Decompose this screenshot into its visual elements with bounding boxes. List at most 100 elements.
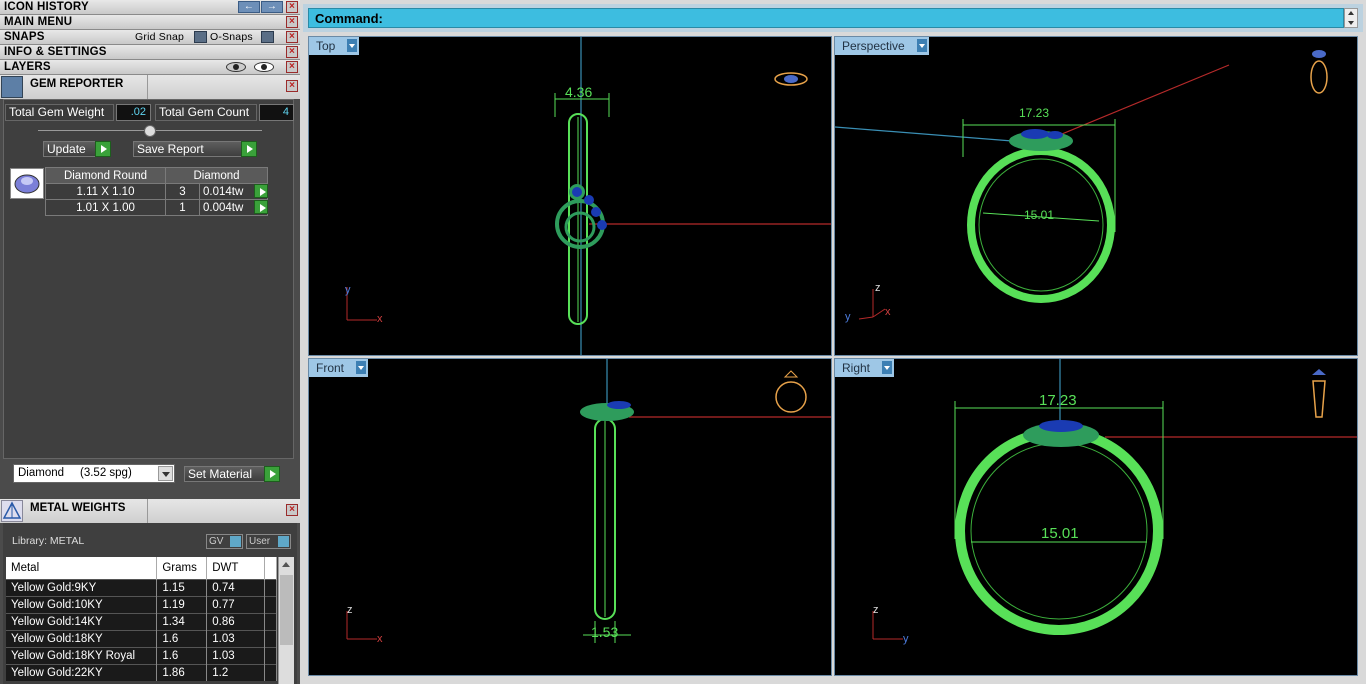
grams-cell: 1.6 [156, 646, 208, 664]
grams-cell: 1.34 [156, 612, 208, 630]
grams-cell: 1.6 [156, 629, 208, 647]
total-gem-weight-value: .02 [116, 104, 151, 121]
grid-snap-toggle[interactable] [194, 31, 207, 43]
table-row[interactable]: 1.11 X 1.10 3 0.014tw [45, 183, 268, 200]
row-spacer [264, 663, 277, 681]
gem-count-cell: 1 [165, 199, 200, 216]
dimension-label: 15.01 [1024, 208, 1054, 222]
slider-handle[interactable] [144, 125, 156, 137]
icon-history-header[interactable]: ICON HISTORY ← → × [0, 0, 300, 15]
gem-count-cell: 3 [165, 183, 200, 200]
forward-arrow-icon[interactable]: → [261, 1, 283, 13]
save-report-button[interactable]: Save Report [133, 141, 257, 157]
viewport-perspective[interactable]: Perspective 17.23 15.01 z y x [834, 36, 1358, 356]
update-button[interactable]: Update [43, 141, 111, 157]
material-select-value: Diamond (3.52 spg) [18, 467, 132, 479]
dwt-cell: 1.03 [206, 629, 266, 647]
table-row[interactable]: Yellow Gold:9KY 1.15 0.74 [6, 578, 277, 596]
layers-label: LAYERS [4, 61, 51, 73]
command-input[interactable]: Command: [308, 8, 1344, 28]
layers-header[interactable]: LAYERS × [0, 60, 300, 75]
close-icon[interactable]: × [286, 31, 298, 43]
close-icon[interactable]: × [286, 61, 298, 73]
gem-table-header: Diamond Round [45, 167, 166, 184]
table-row[interactable]: Yellow Gold:10KY 1.19 0.77 [6, 595, 277, 613]
dimension-label: 17.23 [1019, 106, 1049, 120]
viewport-top[interactable]: Top 4.36 y x [308, 36, 832, 356]
svg-text:x: x [377, 313, 383, 325]
metal-table-scrollbar[interactable] [278, 557, 294, 684]
gem-table-header: Diamond [165, 167, 268, 184]
diamond-round-icon [10, 168, 44, 199]
eye-icon[interactable] [254, 62, 274, 72]
close-icon[interactable]: × [286, 1, 298, 13]
svg-text:x: x [885, 306, 891, 318]
scrollbar-thumb[interactable] [280, 575, 293, 645]
grams-cell: 1.19 [156, 595, 208, 613]
row-spacer [264, 612, 277, 630]
gem-table: Diamond Round Diamond 1.11 X 1.10 3 0.01… [45, 167, 268, 216]
snaps-header[interactable]: SNAPS Grid Snap O-Snaps × [0, 30, 300, 45]
icon-history-label: ICON HISTORY [4, 1, 89, 13]
command-label: Command: [315, 11, 383, 26]
row-spacer [264, 595, 277, 613]
svg-text:y: y [845, 311, 851, 323]
close-icon[interactable]: × [286, 46, 298, 58]
gem-weight-cell: 0.004tw [203, 201, 244, 214]
metal-weights-titlebar: METAL WEIGHTS × [0, 499, 300, 523]
close-icon[interactable]: × [286, 16, 298, 28]
dimension-label: 1.53 [591, 624, 618, 640]
svg-text:x: x [377, 633, 383, 645]
viewport-right[interactable]: Right 17.23 15.01 z y [834, 358, 1358, 676]
row-spacer [264, 646, 277, 664]
user-toggle[interactable]: User [246, 534, 291, 549]
back-arrow-icon[interactable]: ← [238, 1, 260, 13]
viewport-front[interactable]: Front 1.53 z x [308, 358, 832, 676]
play-icon [95, 141, 111, 157]
main-menu-header[interactable]: MAIN MENU × [0, 15, 300, 30]
chevron-up-icon [1348, 11, 1354, 15]
row-spacer [264, 629, 277, 647]
svg-text:y: y [345, 284, 351, 296]
svg-text:z: z [873, 604, 879, 616]
total-gem-weight-label: Total Gem Weight [5, 104, 114, 121]
o-snaps-label: O-Snaps [210, 31, 253, 43]
layer-visibility-icon[interactable] [226, 62, 246, 72]
material-select[interactable]: Diamond (3.52 spg) [13, 464, 175, 483]
set-material-label: Set Material [188, 467, 253, 481]
metal-name-cell: Yellow Gold:18KY [6, 629, 158, 647]
play-icon[interactable] [254, 200, 268, 214]
dwt-cell: 0.77 [206, 595, 266, 613]
table-row[interactable]: Yellow Gold:18KY Royal 1.6 1.03 [6, 646, 277, 664]
gem-weight-cell: 0.014tw [203, 185, 244, 198]
close-icon[interactable]: × [286, 504, 298, 516]
metal-weights-title: METAL WEIGHTS [30, 502, 126, 514]
table-row[interactable]: Yellow Gold:14KY 1.34 0.86 [6, 612, 277, 630]
info-settings-label: INFO & SETTINGS [4, 46, 107, 58]
table-row[interactable]: Yellow Gold:22KY 1.86 1.2 [6, 663, 277, 681]
gem-reporter-icon [1, 76, 23, 98]
close-icon[interactable]: × [286, 80, 298, 92]
o-snaps-toggle[interactable] [261, 31, 274, 43]
gv-toggle[interactable]: GV [206, 534, 243, 549]
gem-reporter-title: GEM REPORTER [30, 78, 124, 90]
metal-table-header: DWT [206, 557, 266, 579]
grams-cell: 1.15 [156, 578, 208, 596]
left-panel: ICON HISTORY ← → × MAIN MENU × SNAPS Gri… [0, 0, 300, 684]
table-row[interactable]: 1.01 X 1.00 1 0.004tw [45, 199, 268, 216]
svg-text:z: z [875, 282, 881, 294]
play-icon[interactable] [254, 184, 268, 198]
dwt-cell: 0.86 [206, 612, 266, 630]
scroll-up-icon[interactable] [282, 562, 290, 567]
info-settings-header[interactable]: INFO & SETTINGS × [0, 45, 300, 60]
set-material-button[interactable]: Set Material [184, 466, 280, 482]
metal-name-cell: Yellow Gold:18KY Royal [6, 646, 158, 664]
metal-weights-icon [1, 500, 23, 522]
metal-name-cell: Yellow Gold:14KY [6, 612, 158, 630]
table-row[interactable]: Yellow Gold:18KY 1.6 1.03 [6, 629, 277, 647]
command-scroll[interactable] [1344, 8, 1358, 28]
chevron-down-icon [1348, 21, 1354, 25]
right-view-drawing: 17.23 15.01 z y [872, 359, 1357, 645]
toggle-icon [230, 536, 241, 547]
main-menu-label: MAIN MENU [4, 16, 73, 28]
